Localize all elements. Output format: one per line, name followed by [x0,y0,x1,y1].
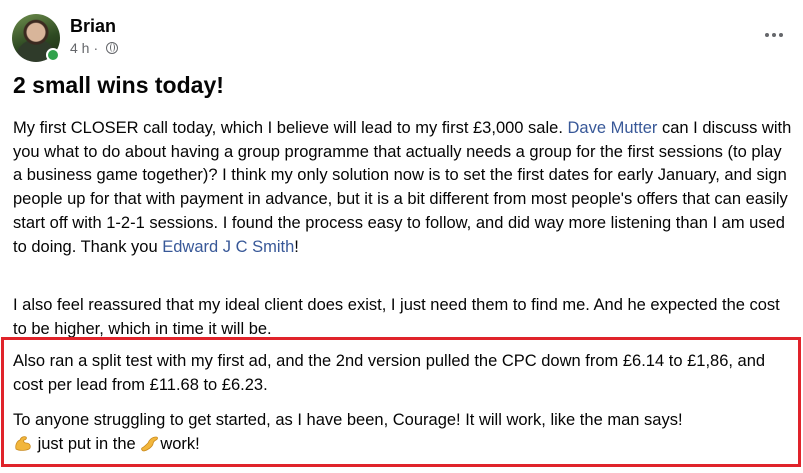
post-paragraph-3: Also ran a split test with my first ad, … [13,352,766,394]
flexed-biceps-icon [141,436,159,452]
more-options-icon [765,33,769,37]
globe-icon[interactable] [106,42,119,54]
post-meta: 4 h · [70,40,119,56]
post-header: Brian 4 h · [12,14,792,64]
mention-edward-smith[interactable]: Edward J C Smith [162,238,294,256]
post-time[interactable]: 4 h [70,40,89,56]
more-options-button[interactable] [756,22,792,48]
post-paragraph-2: I also feel reassured that my ideal clie… [13,296,780,338]
mention-dave-mutter[interactable]: Dave Mutter [568,119,658,137]
post-card: Brian 4 h · 2 small wins today! My first… [0,0,803,473]
online-status-icon [46,48,60,62]
post-paragraph-1: My first CLOSER call today, which I beli… [13,119,792,256]
flexed-biceps-icon [15,435,31,451]
post-title: 2 small wins today! [13,72,224,98]
author-name[interactable]: Brian [70,16,116,37]
post-paragraph-4: To anyone struggling to get started, as … [13,411,683,453]
